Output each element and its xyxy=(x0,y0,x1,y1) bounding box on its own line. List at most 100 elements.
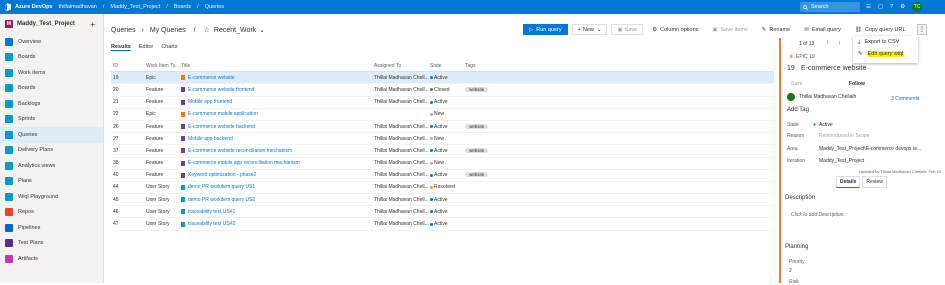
run-query-button[interactable]: ▷ Run query xyxy=(523,24,568,35)
new-button[interactable]: + New ⌄ xyxy=(571,24,608,35)
reason-value[interactable]: Reintroduced in Scope xyxy=(819,133,870,139)
table-row[interactable]: 44 User Story demo PR workitem query US1 Th… xyxy=(111,182,774,195)
table-row[interactable]: 37 Feature E-commerce website reconciliati… xyxy=(111,145,774,158)
sidebar-item-pipelines[interactable]: Pipelines xyxy=(0,220,103,236)
breadcrumb-project[interactable]: Maddy_Test_Project xyxy=(110,4,160,10)
work-item-title-link[interactable]: demo PR workitem query US1 xyxy=(188,184,255,190)
work-item-title-link[interactable]: traceability test US#1 xyxy=(188,209,235,215)
avatar[interactable]: TC xyxy=(912,2,923,12)
sidebar-item-queries[interactable]: Queries xyxy=(0,127,103,143)
follow-button[interactable]: Follow xyxy=(849,81,865,87)
breadcrumb-org[interactable]: thillaimadhavan xyxy=(59,4,97,10)
save-button[interactable]: ▣ Save xyxy=(611,24,644,35)
table-row[interactable]: 19 Epic E-commerce website Thillai Madhavan… xyxy=(111,72,774,85)
queries-link[interactable]: Queries xyxy=(111,27,136,34)
checklist-icon[interactable]: ☰ xyxy=(866,4,871,10)
col-header-state[interactable]: State xyxy=(430,63,465,69)
work-item-title-link[interactable]: E-commerce website backend xyxy=(188,124,255,130)
tab-details[interactable]: Details xyxy=(836,176,861,188)
sidebar-item-backlogs[interactable]: Backlogs xyxy=(0,96,103,112)
project-header[interactable]: M Maddy_Test_Project + xyxy=(0,14,103,34)
table-row[interactable]: 46 User Story traceability test US#1 Thilla… xyxy=(111,206,774,219)
tab-editor[interactable]: Editor xyxy=(139,44,153,51)
col-header-type[interactable]: Work Item Ty... xyxy=(146,63,181,69)
work-item-title-link[interactable]: Mobile app backend xyxy=(188,136,233,142)
column-options-button[interactable]: ⚙ Column options xyxy=(647,24,703,35)
more-actions-button[interactable]: ⋮ xyxy=(917,24,927,35)
work-item-title[interactable]: E-commerce website xyxy=(801,65,866,72)
state-value[interactable]: Active xyxy=(819,122,833,128)
tab-charts[interactable]: Charts xyxy=(161,44,177,51)
star-icon[interactable]: ☆ xyxy=(204,26,210,34)
table-row[interactable]: 21 Feature Mobile app frontend Thillai Madh… xyxy=(111,97,774,109)
sidebar-item-delivery-plans[interactable]: Delivery Plans xyxy=(0,143,103,159)
pager-up-icon[interactable]: ↑ xyxy=(826,40,829,46)
help-icon[interactable]: ? xyxy=(890,4,893,10)
sidebar-item-wiql-playground[interactable]: Wiql Playground xyxy=(0,189,103,205)
work-item-title-link[interactable]: Keyword optimization - phase2 xyxy=(188,172,256,178)
assignee-name[interactable]: Thillai Madhavan Chellaih xyxy=(799,94,856,100)
copy-query-url-button[interactable]: ⛓ Copy query URL xyxy=(850,24,911,35)
edit-wiql-menu-item[interactable]: ✎ Edit query wiql xyxy=(853,48,918,60)
description-field[interactable]: Click to add Description. xyxy=(791,212,845,218)
sidebar-item-artifacts[interactable]: Artifacts xyxy=(0,251,103,267)
work-item-title-link[interactable]: demo PR workitem query US2 xyxy=(188,197,255,203)
table-row[interactable]: 27 Feature Mobile app backend Thillai Madha… xyxy=(111,133,774,146)
work-item-title-link[interactable]: traceability test US#2 xyxy=(188,221,235,227)
sidebar-item-test-plans[interactable]: Test Plans xyxy=(0,236,103,252)
tag-badge[interactable]: website xyxy=(465,147,489,153)
breadcrumb-boards[interactable]: Boards xyxy=(174,4,191,10)
sidebar-item-analytics-views[interactable]: Analytics views xyxy=(0,158,103,174)
work-item-title-link[interactable]: E-commerce mobile app reconciliation mec… xyxy=(188,160,300,166)
rename-button[interactable]: ✎ Rename xyxy=(757,24,795,35)
save-button[interactable]: Save xyxy=(791,81,802,87)
sidebar-item-plans[interactable]: Plans xyxy=(0,174,103,190)
breadcrumb-queries[interactable]: Queries xyxy=(205,4,224,10)
col-header-title[interactable]: Title xyxy=(181,63,374,69)
area-value[interactable]: Maddy_Test_Project\E-commerce devops te.… xyxy=(819,146,921,152)
sidebar-item-boards[interactable]: Boards xyxy=(0,50,103,66)
tag-badge[interactable]: website xyxy=(465,86,489,92)
tab-results[interactable]: Results xyxy=(111,44,131,51)
new-plus-icon[interactable]: + xyxy=(90,20,95,29)
table-row[interactable]: 26 Feature E-commerce website backend Thill… xyxy=(111,121,774,134)
table-row[interactable]: 20 Feature E-commerce website frontend Thil… xyxy=(111,84,774,97)
table-row[interactable]: 40 Feature Keyword optimization - phase2 Th… xyxy=(111,170,774,182)
col-header-id[interactable]: ID xyxy=(111,63,146,69)
table-row[interactable]: 22 Epic E-commerce mobile application New xyxy=(111,109,774,121)
col-header-assigned[interactable]: Assigned To xyxy=(374,63,430,69)
sidebar-item-work-items[interactable]: Work items xyxy=(0,65,103,81)
table-row[interactable]: 38 Feature E-commerce mobile app reconcili… xyxy=(111,158,774,170)
my-queries-link[interactable]: My Queries xyxy=(150,27,186,34)
save-items-button[interactable]: ▣ Save items xyxy=(707,24,752,35)
updated-by-text[interactable]: Updated by Thillai Madhavan Chellaih: Fe… xyxy=(859,169,941,174)
sidebar-item-boards[interactable]: Boards xyxy=(0,81,103,97)
email-query-button[interactable]: ✉ Email query xyxy=(799,24,846,35)
work-item-title-link[interactable]: Mobile app frontend xyxy=(188,99,232,105)
work-item-title-link[interactable]: E-commerce website xyxy=(188,75,235,81)
col-header-tags[interactable]: Tags xyxy=(465,63,525,69)
export-csv-menu-item[interactable]: ⤓ Export to CSV xyxy=(853,36,918,48)
table-row[interactable]: 47 User Story traceability test US#2 Thilla… xyxy=(111,218,774,231)
tag-badge[interactable]: website xyxy=(465,172,489,178)
work-item-title-link[interactable]: E-commerce mobile application xyxy=(188,111,258,117)
shopping-bag-icon[interactable]: ▢ xyxy=(878,4,883,10)
brand-name[interactable]: Azure DevOps xyxy=(15,4,53,10)
iteration-value[interactable]: Maddy_Test_Project xyxy=(819,158,864,164)
azure-devops-logo-icon[interactable] xyxy=(3,3,12,12)
work-item-title-link[interactable]: E-commerce website frontend xyxy=(188,87,254,93)
table-row[interactable]: 45 User Story demo PR workitem query US2 Th… xyxy=(111,194,774,207)
pager-down-icon[interactable]: ↓ xyxy=(838,40,841,46)
sidebar-item-overview[interactable]: Overview xyxy=(0,34,103,50)
search-box[interactable]: Search xyxy=(800,2,860,12)
comments-link[interactable]: 3 Comments xyxy=(891,96,919,102)
priority-value[interactable]: 2 xyxy=(789,268,792,274)
tag-badge[interactable]: website xyxy=(465,123,489,129)
sidebar-item-repos[interactable]: Repos xyxy=(0,205,103,221)
sidebar-item-sprints[interactable]: Sprints xyxy=(0,112,103,128)
add-tag-button[interactable]: Add Tag xyxy=(787,107,809,113)
work-item-title-link[interactable]: E-commerce website reconciliation mechan… xyxy=(188,148,292,154)
user-settings-icon[interactable]: ⚙ xyxy=(900,4,905,10)
chevron-down-icon[interactable]: ⌄ xyxy=(259,26,265,34)
tab-review[interactable]: Review xyxy=(862,176,887,188)
